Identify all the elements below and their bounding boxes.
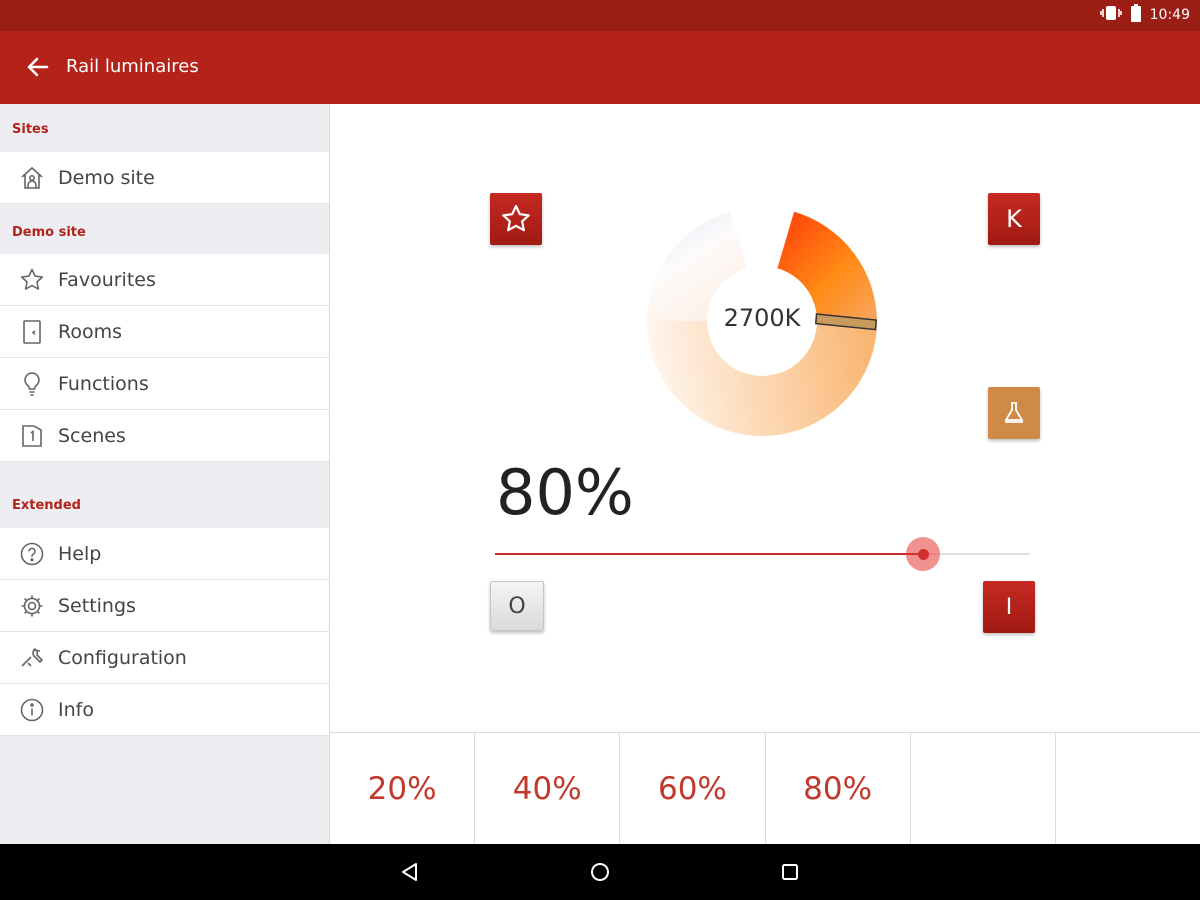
section-header-sites: Sites — [12, 122, 49, 137]
sidebar-item-rooms[interactable]: Rooms — [0, 306, 329, 358]
status-bar: 10:49 — [0, 0, 1200, 31]
sidebar: Sites Demo site Demo site Favourites Roo… — [0, 104, 330, 844]
on-button-label: I — [1005, 594, 1013, 620]
sidebar-item-label: Info — [58, 698, 94, 721]
info-icon — [18, 696, 46, 724]
brightness-slider-thumb[interactable] — [906, 537, 940, 571]
sidebar-item-configuration[interactable]: Configuration — [0, 632, 329, 684]
system-recents-button[interactable] — [776, 858, 804, 886]
preset-empty-button[interactable] — [1055, 733, 1200, 844]
sidebar-item-demo-site[interactable]: Demo site — [0, 152, 329, 204]
recents-square-icon — [782, 864, 798, 880]
star-icon — [18, 266, 46, 294]
battery-icon — [1130, 4, 1142, 26]
sidebar-item-label: Help — [58, 542, 102, 565]
brightness-slider[interactable] — [495, 537, 1030, 571]
home-icon — [18, 164, 46, 192]
help-icon — [18, 540, 46, 568]
brightness-presets: 20% 40% 60% 80% — [330, 732, 1200, 844]
brightness-value: 80% — [496, 456, 634, 529]
sidebar-item-label: Favourites — [58, 268, 156, 291]
sidebar-item-label: Functions — [58, 372, 149, 395]
favourite-button[interactable] — [490, 193, 542, 245]
lightbulb-icon — [18, 370, 46, 398]
off-button-label: O — [508, 593, 526, 619]
system-back-button[interactable] — [396, 858, 424, 886]
vibrate-icon — [1099, 5, 1122, 25]
gear-icon — [18, 592, 46, 620]
section-header-demo-site: Demo site — [12, 225, 86, 240]
system-home-button[interactable] — [586, 858, 614, 886]
app-bar: Rail luminaires — [0, 31, 1200, 104]
sidebar-item-label: Settings — [58, 594, 136, 617]
preset-empty-button[interactable] — [910, 733, 1056, 844]
lamp-button[interactable] — [988, 387, 1040, 439]
sidebar-item-label: Scenes — [58, 424, 126, 447]
back-triangle-icon — [402, 863, 417, 881]
sidebar-item-scenes[interactable]: Scenes — [0, 410, 329, 462]
color-temperature-value: 2700K — [723, 304, 801, 332]
preset-60-button[interactable]: 60% — [620, 733, 766, 844]
sidebar-item-label: Rooms — [58, 320, 123, 343]
page-title: Rail luminaires — [66, 56, 199, 77]
preset-20-button[interactable]: 20% — [330, 733, 476, 844]
sidebar-item-label: Demo site — [58, 166, 155, 189]
status-icons: 10:49 — [1099, 4, 1190, 26]
sidebar-item-label: Configuration — [58, 646, 187, 669]
brightness-slider-fill — [495, 553, 923, 555]
back-button[interactable] — [20, 51, 56, 83]
bottom-segment — [647, 321, 877, 436]
scene-icon — [18, 422, 46, 450]
preset-80-button[interactable]: 80% — [765, 733, 911, 844]
sidebar-item-functions[interactable]: Functions — [0, 358, 329, 410]
luminaire-control: K 2700K 80% O I — [330, 104, 1200, 732]
sidebar-item-help[interactable]: Help — [0, 528, 329, 580]
sidebar-item-settings[interactable]: Settings — [0, 580, 329, 632]
arrow-left-icon — [27, 57, 49, 77]
lamp-icon — [1004, 402, 1024, 423]
off-button[interactable]: O — [490, 581, 544, 631]
kelvin-button-label: K — [1006, 205, 1022, 233]
kelvin-button[interactable]: K — [988, 193, 1040, 245]
preset-40-button[interactable]: 40% — [475, 733, 621, 844]
door-icon — [18, 318, 46, 346]
star-icon — [502, 204, 530, 232]
sidebar-item-info[interactable]: Info — [0, 684, 329, 736]
system-nav-bar — [0, 844, 1200, 900]
section-header-extended: Extended — [12, 498, 81, 513]
sidebar-item-favourites[interactable]: Favourites — [0, 254, 329, 306]
clock-time: 10:49 — [1149, 7, 1190, 23]
home-circle-icon — [591, 863, 609, 881]
wrench-icon — [18, 644, 46, 672]
on-button[interactable]: I — [983, 581, 1035, 633]
